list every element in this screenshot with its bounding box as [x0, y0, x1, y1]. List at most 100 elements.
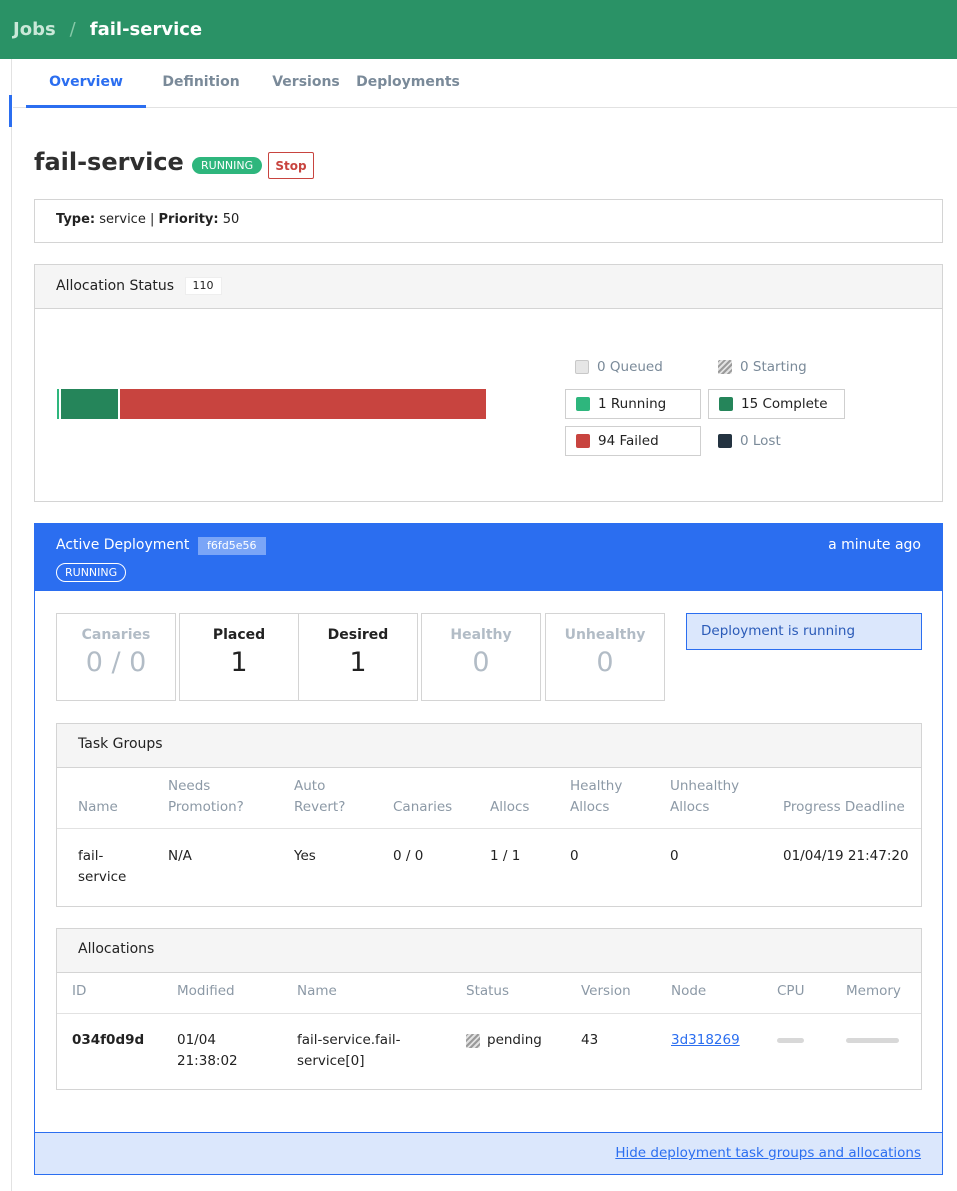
left-gutter [0, 59, 12, 1191]
metric-canaries-value: 0 / 0 [85, 647, 147, 678]
allocations-box: Allocations ID Modified Name Status Vers… [56, 928, 922, 1090]
deployment-header: Active Deployment f6fd5e56 RUNNING a min… [35, 524, 942, 591]
deployment-time: a minute ago [828, 537, 921, 553]
allocation-count-badge: 110 [184, 277, 222, 295]
metric-desired-label: Desired [327, 627, 389, 643]
tg-progress-deadline: 01/04/19 21:47:20 [783, 848, 909, 864]
th-memory[interactable]: Memory [846, 981, 901, 1002]
gutter-active-indicator [9, 95, 12, 127]
deployment-status-badge: RUNNING [56, 563, 127, 582]
tab-versions[interactable]: Versions [256, 59, 356, 108]
th-healthy-1[interactable]: Healthy [570, 776, 622, 797]
complete-swatch-icon [719, 397, 733, 411]
metric-unhealthy-label: Unhealthy [564, 627, 646, 643]
alloc-version: 43 [581, 1032, 599, 1048]
th-name[interactable]: Name [78, 797, 118, 818]
breadcrumb-jobs-link[interactable]: Jobs [13, 19, 56, 40]
th-status[interactable]: Status [466, 981, 509, 1002]
th-alloc-name[interactable]: Name [297, 981, 337, 1002]
stop-button[interactable]: Stop [268, 152, 314, 179]
priority-label: Priority: [158, 212, 219, 227]
th-version[interactable]: Version [581, 981, 631, 1002]
job-meta-box: Type: service | Priority: 50 [34, 199, 943, 243]
legend-complete[interactable]: 15 Complete [708, 389, 845, 419]
legend-running-label: 1 Running [598, 396, 667, 412]
alloc-status: pending [487, 1032, 542, 1048]
task-groups-box: Task Groups Name Needs Promotion? Auto R… [56, 723, 922, 907]
metric-unhealthy: Unhealthy 0 [545, 613, 665, 701]
legend-lost-label: 0 Lost [740, 433, 781, 449]
priority-value: 50 [222, 212, 240, 227]
th-healthy-2[interactable]: Allocs [570, 797, 609, 818]
metric-healthy-value: 0 [472, 647, 490, 678]
alloc-modified-2: 21:38:02 [177, 1053, 238, 1069]
breadcrumb-current[interactable]: fail-service [90, 19, 202, 40]
legend-failed[interactable]: 94 Failed [565, 426, 701, 456]
allocations-title: Allocations [57, 929, 921, 973]
metric-canaries-label: Canaries [81, 627, 151, 643]
failed-swatch-icon [576, 434, 590, 448]
tab-overview[interactable]: Overview [26, 59, 146, 108]
type-label: Type: [56, 212, 96, 227]
allocation-bar-complete[interactable] [60, 389, 118, 419]
metric-placed: Placed 1 [179, 613, 299, 701]
metric-desired-value: 1 [349, 647, 367, 678]
type-value: service [99, 212, 146, 227]
metric-placed-value: 1 [230, 647, 248, 678]
page-title: fail-service [34, 148, 184, 176]
th-auto-revert-2[interactable]: Revert? [294, 797, 345, 818]
th-canaries[interactable]: Canaries [393, 797, 452, 818]
tab-definition[interactable]: Definition [146, 59, 256, 108]
breadcrumb-separator: / [69, 19, 76, 40]
th-cpu[interactable]: CPU [777, 981, 804, 1002]
legend-running[interactable]: 1 Running [565, 389, 701, 419]
tg-needs-promotion: N/A [168, 848, 192, 864]
tg-auto-revert: Yes [294, 848, 316, 864]
allocation-status-box: Allocation Status 110 0 Queued 0 Startin… [34, 264, 943, 502]
active-deployment-panel: Active Deployment f6fd5e56 RUNNING a min… [34, 523, 943, 1175]
metric-healthy: Healthy 0 [421, 613, 541, 701]
tg-name-1: fail- [78, 848, 104, 864]
deployment-id-badge: f6fd5e56 [198, 537, 266, 555]
allocation-bar-failed[interactable] [119, 389, 486, 419]
th-allocs[interactable]: Allocs [490, 797, 529, 818]
alloc-id[interactable]: 034f0d9d [72, 1030, 144, 1051]
legend-starting[interactable]: 0 Starting [708, 352, 844, 382]
pending-status-icon [466, 1034, 480, 1048]
legend-queued[interactable]: 0 Queued [565, 352, 695, 382]
tab-deployments[interactable]: Deployments [356, 59, 460, 108]
lost-swatch-icon [718, 434, 732, 448]
th-unhealthy-2[interactable]: Allocs [670, 797, 709, 818]
legend-starting-label: 0 Starting [740, 359, 807, 375]
metric-desired: Desired 1 [298, 613, 418, 701]
legend-lost[interactable]: 0 Lost [708, 426, 844, 456]
alloc-node-link[interactable]: 3d318269 [671, 1030, 740, 1051]
tg-healthy: 0 [570, 848, 579, 864]
alloc-modified-1: 01/04 [177, 1032, 216, 1048]
metric-unhealthy-value: 0 [596, 647, 614, 678]
th-needs-promotion-2[interactable]: Promotion? [168, 797, 244, 818]
th-modified[interactable]: Modified [177, 981, 235, 1002]
queued-swatch-icon [575, 360, 589, 374]
th-node[interactable]: Node [671, 981, 706, 1002]
metric-healthy-label: Healthy [450, 627, 512, 643]
deployment-title: Active Deployment [56, 537, 190, 553]
tg-name-2: service [78, 869, 127, 885]
hide-task-groups-link[interactable]: Hide deployment task groups and allocati… [615, 1145, 921, 1161]
legend-queued-label: 0 Queued [597, 359, 663, 375]
task-groups-divider [57, 828, 921, 829]
allocation-bar-running[interactable] [57, 389, 59, 419]
th-auto-revert-1[interactable]: Auto [294, 776, 325, 797]
metric-canaries: Canaries 0 / 0 [56, 613, 176, 701]
metric-placed-label: Placed [212, 627, 266, 643]
deployment-footer: Hide deployment task groups and allocati… [35, 1132, 942, 1174]
th-id[interactable]: ID [72, 981, 86, 1002]
cpu-usage-bar [777, 1038, 804, 1043]
th-needs-promotion-1[interactable]: Needs [168, 776, 210, 797]
tg-unhealthy: 0 [670, 848, 679, 864]
alloc-name-1: fail-service.fail- [297, 1032, 401, 1048]
starting-swatch-icon [718, 360, 732, 374]
tg-allocs: 1 / 1 [490, 848, 521, 864]
th-unhealthy-1[interactable]: Unhealthy [670, 776, 739, 797]
th-progress-deadline[interactable]: Progress Deadline [783, 797, 905, 818]
